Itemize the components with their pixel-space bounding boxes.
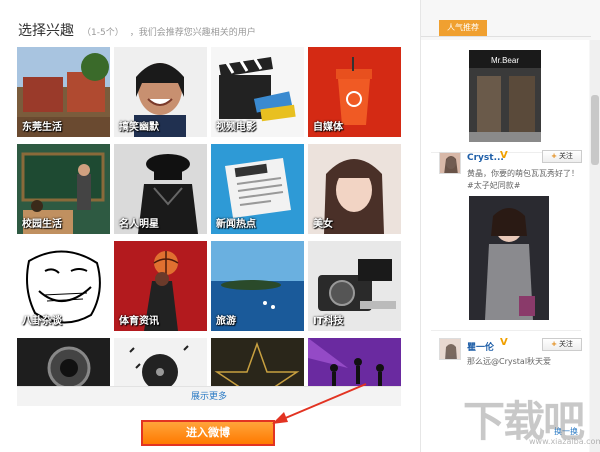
watermark-url: www.xiazaiba.com xyxy=(529,437,600,446)
avatar-image xyxy=(440,153,460,173)
tile-label: 八卦杂谈 xyxy=(22,316,62,327)
popular-tag: 人气推荐 xyxy=(439,20,487,36)
store-sign-text: Mr.Bear xyxy=(491,56,519,65)
music-notes-image xyxy=(114,338,207,387)
interest-tile-dongguan[interactable]: 东莞生活 xyxy=(17,47,110,137)
interest-tile-travel[interactable]: 旅游 xyxy=(211,241,304,331)
tile-label: IT科技 xyxy=(313,316,344,327)
interest-tile-music[interactable] xyxy=(114,338,207,387)
feed-divider xyxy=(431,330,581,331)
tile-label: 校园生活 xyxy=(22,219,62,230)
follow-label: 关注 xyxy=(558,340,573,348)
interest-tile-gossip[interactable]: 八卦杂谈 xyxy=(17,241,110,331)
tile-label: 自媒体 xyxy=(313,122,343,133)
post-text: 那么远@Crystal秋天爱 xyxy=(467,357,552,366)
tile-label: 新闻热点 xyxy=(216,219,256,230)
interest-tile-self-media[interactable]: 自媒体 xyxy=(308,47,401,137)
avatar-image xyxy=(440,339,460,359)
site-watermark: 下载吧 www.xiazaiba.com xyxy=(453,383,600,452)
store-photo: Mr.Bear xyxy=(469,50,541,142)
interest-tile-photography[interactable] xyxy=(17,338,110,387)
plus-icon: + xyxy=(551,152,557,160)
post-username[interactable]: 瞿一伦 xyxy=(467,340,494,353)
tile-label: 东莞生活 xyxy=(22,122,62,133)
plus-icon: + xyxy=(551,340,557,348)
count-hint: （1-5个） xyxy=(82,28,124,38)
scrollbar-thumb[interactable] xyxy=(591,95,599,165)
tile-label: 美女 xyxy=(313,219,333,230)
interest-panel: 选择兴趣 （1-5个） ，我们会推荐您兴趣相关的用户 东莞生活 搞笑幽默 视频电… xyxy=(0,0,420,452)
follow-label: 关注 xyxy=(558,152,573,160)
interest-tile-humor[interactable]: 搞笑幽默 xyxy=(114,47,207,137)
avatar[interactable] xyxy=(439,152,461,174)
follow-button[interactable]: + 关注 xyxy=(542,338,582,351)
interest-tile-beauty[interactable]: 美女 xyxy=(308,144,401,234)
interest-tile-news[interactable]: 新闻热点 xyxy=(211,144,304,234)
post-text: 黄晶，你要的萌包瓦瓦秀好了！#太子妃同款# xyxy=(467,169,579,190)
interest-tile-movies[interactable]: 视频电影 xyxy=(211,47,304,137)
interest-tile-celebrity[interactable]: 名人明星 xyxy=(114,144,207,234)
lens-image xyxy=(17,338,110,387)
interest-grid: 东莞生活 搞笑幽默 视频电影 自媒体 校园生活 名人明星 新闻热点 美女 八卦杂… xyxy=(17,47,401,387)
verified-icon: V xyxy=(500,150,508,161)
sidebar-divider xyxy=(421,36,591,37)
tile-label: 视频电影 xyxy=(216,122,256,133)
avatar[interactable] xyxy=(439,338,461,360)
interest-tile-sports[interactable]: 体育资讯 xyxy=(114,241,207,331)
tile-label: 名人明星 xyxy=(119,219,159,230)
red-arrow-annotation xyxy=(272,383,367,424)
follow-button[interactable]: + 关注 xyxy=(542,150,582,163)
post-photo[interactable] xyxy=(469,196,549,320)
tile-label: 旅游 xyxy=(216,316,236,327)
interest-tile-tech[interactable]: IT科技 xyxy=(308,241,401,331)
post-username[interactable]: Cryst... xyxy=(467,153,504,163)
interest-tile-campus[interactable]: 校园生活 xyxy=(17,144,110,234)
verified-icon: V xyxy=(500,337,508,348)
interest-header: 选择兴趣 （1-5个） ，我们会推荐您兴趣相关的用户 xyxy=(18,20,256,40)
tile-label: 体育资讯 xyxy=(119,316,159,327)
tile-label: 搞笑幽默 xyxy=(119,122,159,133)
recommend-hint: ，我们会推荐您兴趣相关的用户 xyxy=(129,28,256,38)
panel-title: 选择兴趣 xyxy=(18,23,74,39)
enter-weibo-button[interactable]: 进入微博 xyxy=(141,420,275,446)
